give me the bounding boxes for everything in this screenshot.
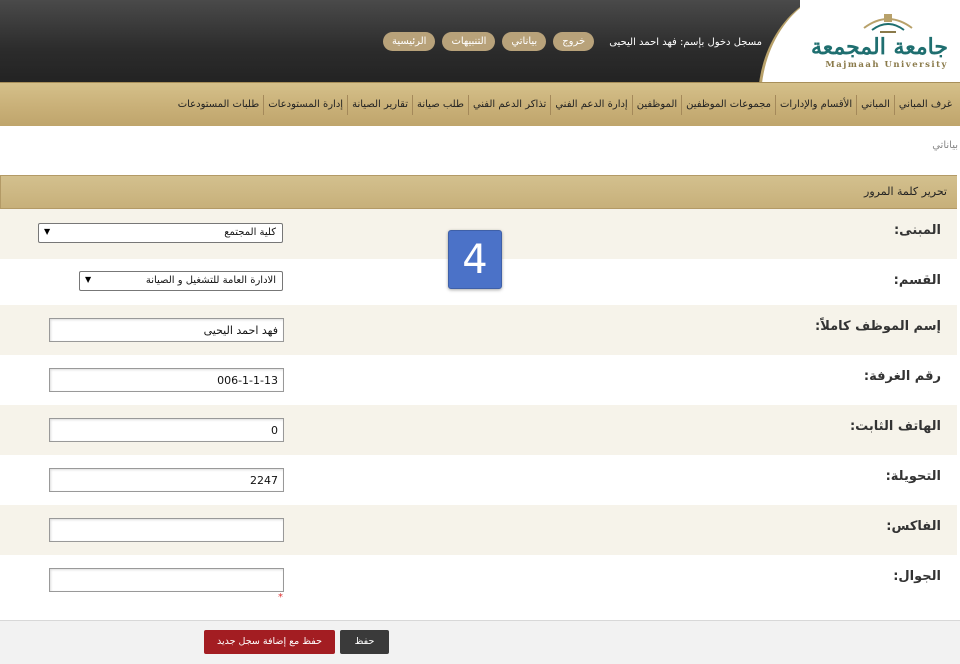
fullname-row: إسم الموظف كاملاً: فهد احمد اليحيى <box>0 305 957 355</box>
building-selected-value: كلية المجتمع <box>224 227 276 238</box>
nav-item-employee-groups[interactable]: مجموعات الموظفين <box>681 95 775 115</box>
department-selected-value: الادارة العامة للتشغيل و الصيانة <box>145 275 276 286</box>
fax-label: الفاكس: <box>886 519 941 534</box>
logo-arabic: جامعة المجمعة <box>810 34 948 60</box>
top-links: الرئيسية التنبيهات بياناتي خروج <box>376 32 595 51</box>
department-select[interactable]: الادارة العامة للتشغيل و الصيانة ▼ <box>79 271 283 291</box>
nav-item-support-tickets[interactable]: تذاكر الدعم الفني <box>467 95 550 115</box>
dropdown-arrow-icon: ▼ <box>85 275 92 284</box>
nav-item-maintenance-request[interactable]: طلب صيانة <box>411 95 468 115</box>
extension-row: التحويلة: 2247 <box>0 455 957 505</box>
room-label: رقم الغرفة: <box>863 369 941 384</box>
main-nav: غرف المباني المباني الأقسام والإدارات مج… <box>0 82 960 126</box>
nav-item-buildings[interactable]: المباني <box>856 95 894 115</box>
logo-english: Majmaah University <box>825 60 948 70</box>
building-select[interactable]: كلية المجتمع ▼ <box>38 223 283 243</box>
nav-item-warehouse-admin[interactable]: إدارة المستودعات <box>263 95 347 115</box>
fullname-value: فهد احمد اليحيى <box>203 324 278 337</box>
logout-link[interactable]: خروج <box>553 32 595 51</box>
nav-item-departments[interactable]: الأقسام والإدارات <box>774 95 856 115</box>
room-row: رقم الغرفة: 006-1-1-13 <box>0 355 957 405</box>
my-data-link[interactable]: بياناتي <box>502 32 547 51</box>
home-link[interactable]: الرئيسية <box>383 32 436 51</box>
building-label: المبنى: <box>893 223 941 238</box>
mobile-field[interactable] <box>49 568 284 592</box>
phone-label: الهاتف الثابت: <box>849 419 941 434</box>
phone-value: 0 <box>271 424 278 437</box>
required-mark: * <box>278 592 283 603</box>
save-button[interactable]: حفظ <box>340 630 389 654</box>
dropdown-arrow-icon: ▼ <box>44 227 51 236</box>
nav-item-building-rooms[interactable]: غرف المباني <box>893 95 956 115</box>
fax-row: الفاكس: <box>0 505 957 555</box>
room-number-value: 006-1-1-13 <box>217 374 278 387</box>
room-number-field[interactable]: 006-1-1-13 <box>49 368 284 392</box>
nav-item-support-admin[interactable]: إدارة الدعم الفني <box>550 95 631 115</box>
nav-item-employees[interactable]: الموظفين <box>631 95 681 115</box>
mobile-row: الجوال: * <box>0 555 957 620</box>
panel-header: تحرير كلمة المرور <box>0 175 957 209</box>
nav-item-warehouse-requests[interactable]: طلبات المستودعات <box>174 95 264 115</box>
panel-title: تحرير كلمة المرور <box>864 185 947 198</box>
phone-field[interactable]: 0 <box>49 418 284 442</box>
department-label: القسم: <box>893 273 941 288</box>
mobile-label: الجوال: <box>893 569 941 584</box>
save-and-new-button[interactable]: حفظ مع إضافة سجل جديد <box>204 630 335 654</box>
step-number-badge: 4 <box>448 230 502 289</box>
logo[interactable]: جامعة المجمعة Majmaah University <box>800 0 960 82</box>
extension-value: 2247 <box>250 474 278 487</box>
nav-item-maintenance-reports[interactable]: تقارير الصيانة <box>347 95 412 115</box>
logged-in-label: مسجل دخول بإسم: <box>680 37 762 48</box>
top-header: جامعة المجمعة Majmaah University مسجل دخ… <box>0 0 960 82</box>
user-name: فهد احمد اليحيى <box>609 37 677 48</box>
fullname-label: إسم الموظف كاملاً: <box>815 319 941 334</box>
notifications-link[interactable]: التنبيهات <box>442 32 496 51</box>
logged-in-info: مسجل دخول بإسم: فهد احمد اليحيى <box>609 37 762 48</box>
phone-row: الهاتف الثابت: 0 <box>0 405 957 455</box>
breadcrumb[interactable]: بياناتي <box>932 140 958 151</box>
form-actions: حفظ حفظ مع إضافة سجل جديد <box>0 620 960 664</box>
extension-field[interactable]: 2247 <box>49 468 284 492</box>
fullname-field[interactable]: فهد احمد اليحيى <box>49 318 284 342</box>
university-emblem-icon <box>863 14 913 33</box>
fax-field[interactable] <box>49 518 284 542</box>
extension-label: التحويلة: <box>885 469 941 484</box>
